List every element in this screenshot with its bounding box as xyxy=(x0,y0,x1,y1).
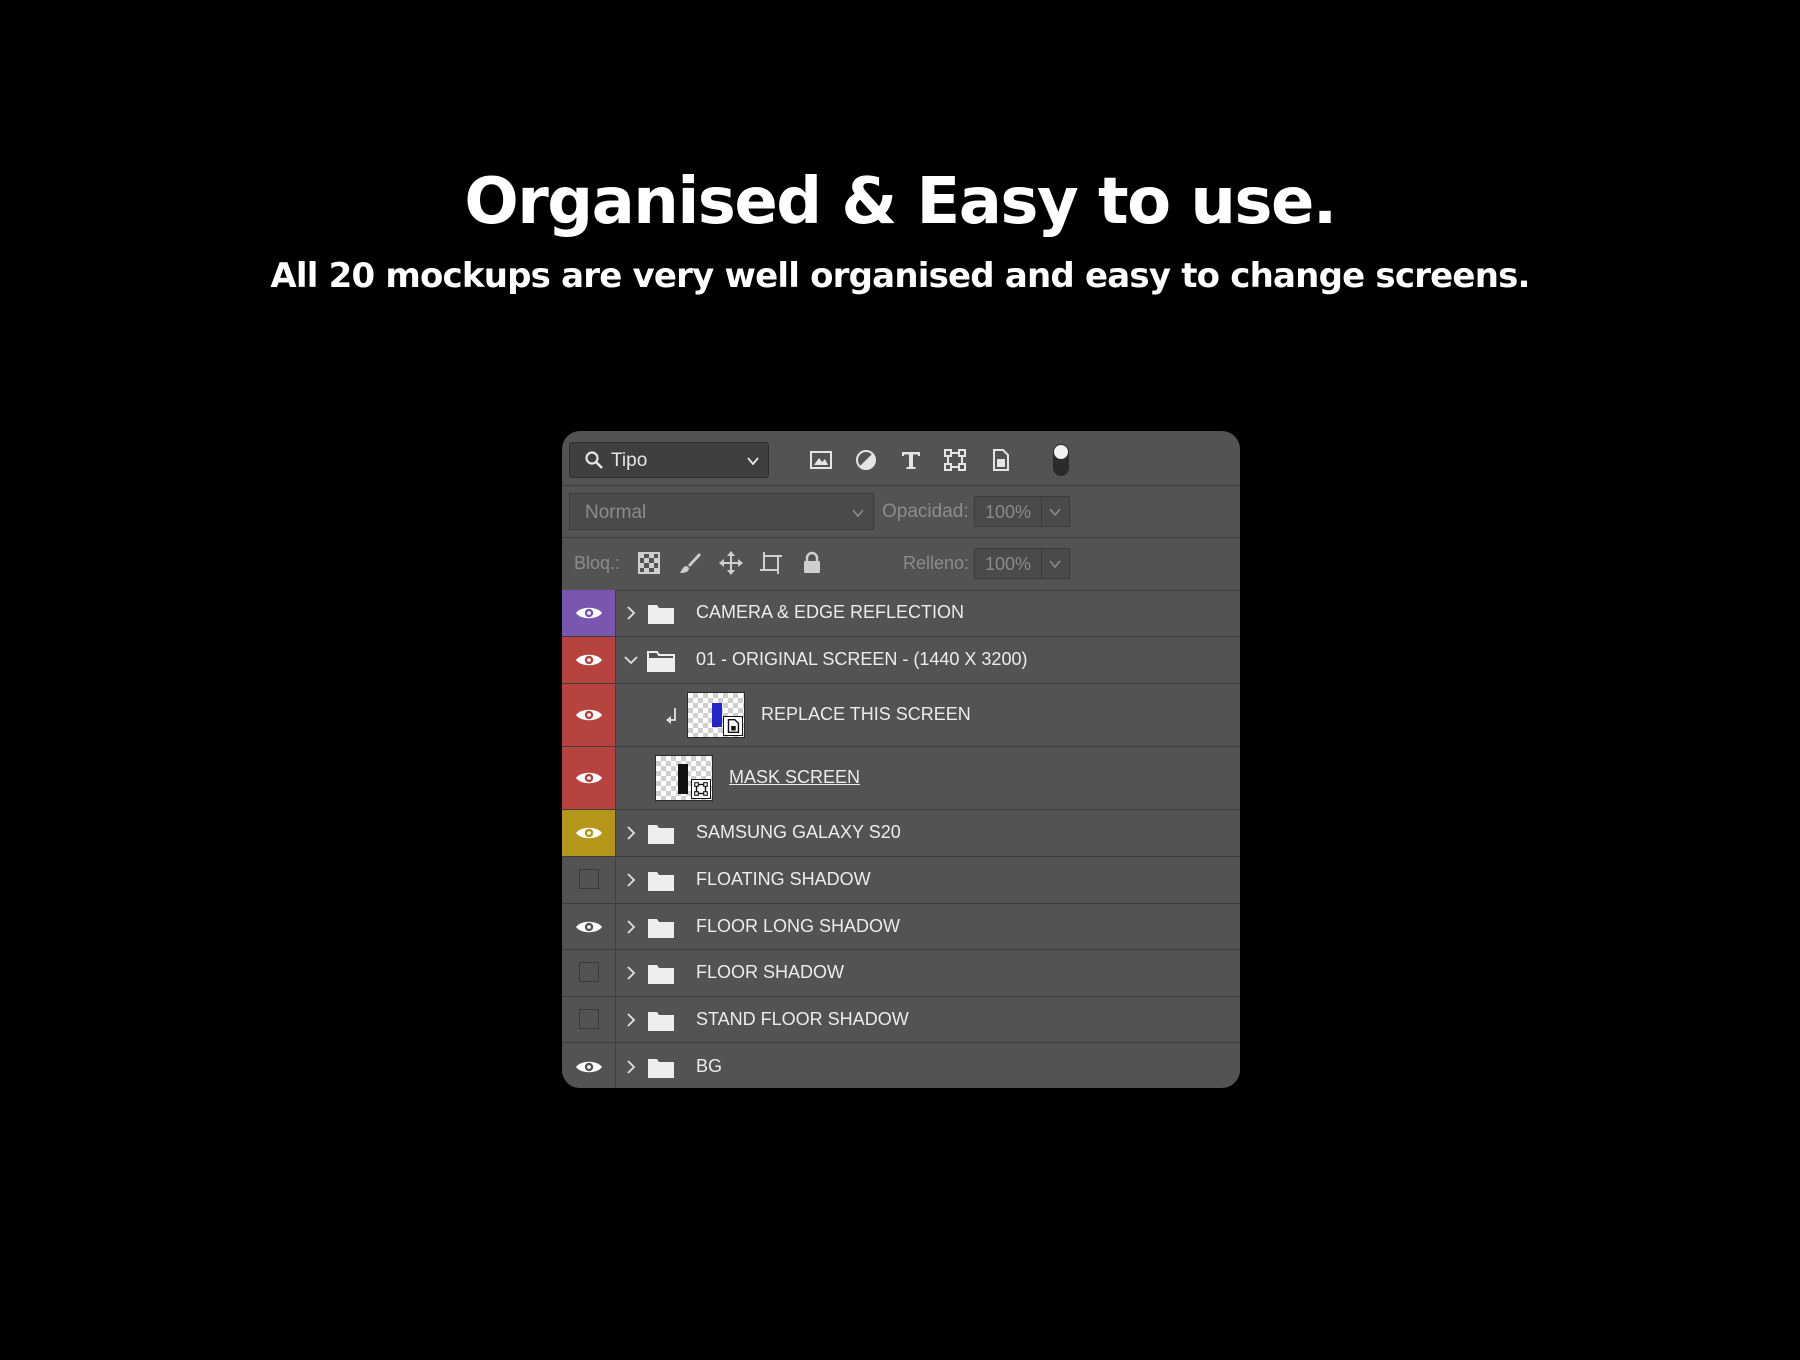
filter-toggle-switch[interactable] xyxy=(1052,443,1070,477)
visibility-empty-box xyxy=(579,869,599,889)
subheadline: All 20 mockups are very well organised a… xyxy=(270,256,1530,296)
layer-row[interactable]: FLOOR LONG SHADOW xyxy=(562,904,1240,950)
eye-icon xyxy=(576,921,602,932)
visibility-toggle[interactable] xyxy=(562,810,616,856)
lock-label: Bloq.: xyxy=(574,553,621,573)
fill-field[interactable]: 100% xyxy=(974,548,1070,579)
folder-icon xyxy=(648,1011,674,1031)
opacity-value: 100% xyxy=(985,502,1032,522)
lock-all-icon[interactable] xyxy=(799,550,825,576)
image-filter-icon[interactable] xyxy=(807,446,835,474)
opacity-field[interactable]: 100% xyxy=(974,496,1070,527)
lock-row: Bloq.: Relleno: 100% xyxy=(562,538,1240,591)
layers-panel: Tipo Normal Opacidad: 100% Bloq.: Rellen… xyxy=(562,431,1240,1088)
eye-icon xyxy=(576,1061,602,1072)
layer-name: STAND FLOOR SHADOW xyxy=(696,1008,909,1029)
visibility-toggle[interactable] xyxy=(562,904,616,949)
layers-list: CAMERA & EDGE REFLECTION 01 - ORIGINAL S… xyxy=(562,590,1240,1088)
folder-icon xyxy=(648,1058,674,1078)
visibility-toggle[interactable] xyxy=(562,747,616,809)
layer-row[interactable]: STAND FLOOR SHADOW xyxy=(562,997,1240,1043)
search-icon xyxy=(585,451,603,469)
shape-filter-icon[interactable] xyxy=(941,446,969,474)
visibility-empty-box xyxy=(579,1008,599,1029)
eye-icon xyxy=(576,827,602,839)
opacity-divider xyxy=(1041,497,1042,526)
chevron-right-icon[interactable] xyxy=(623,1011,639,1029)
visibility-toggle[interactable] xyxy=(562,637,616,683)
type-filter-icon[interactable] xyxy=(897,446,925,474)
chevron-down-icon[interactable] xyxy=(623,651,639,669)
adjustment-filter-icon[interactable] xyxy=(852,446,880,474)
layer-row[interactable]: FLOOR SHADOW xyxy=(562,950,1240,997)
visibility-toggle[interactable] xyxy=(562,684,616,746)
layer-thumbnail xyxy=(655,755,713,801)
layer-name: FLOOR LONG SHADOW xyxy=(696,915,901,936)
chevron-down-icon xyxy=(747,457,759,466)
eye-icon xyxy=(576,772,602,784)
folder-icon xyxy=(648,605,674,624)
chevron-right-icon[interactable] xyxy=(623,871,639,889)
layer-name: FLOATING SHADOW xyxy=(696,869,871,889)
chevron-down-icon xyxy=(852,509,864,518)
layer-name: MASK SCREEN xyxy=(729,767,861,787)
layer-name: SAMSUNG GALAXY S20 xyxy=(696,822,901,842)
chevron-right-icon[interactable] xyxy=(623,824,639,842)
chevron-down-icon xyxy=(1049,560,1061,569)
filter-kind-select[interactable]: Tipo xyxy=(569,442,769,478)
eye-icon xyxy=(576,709,602,721)
lock-image-icon[interactable] xyxy=(677,550,703,576)
mask-preview xyxy=(678,764,688,794)
layer-name: REPLACE THIS SCREEN xyxy=(761,704,971,724)
layer-name: BG xyxy=(696,1055,723,1076)
screen-preview xyxy=(712,703,722,727)
lock-position-icon[interactable] xyxy=(718,550,744,576)
chevron-right-icon[interactable] xyxy=(623,964,639,982)
shape-badge-icon xyxy=(691,779,711,799)
layers-filter-toolbar: Tipo xyxy=(562,431,1240,486)
blend-row: Normal Opacidad: 100% xyxy=(562,486,1240,538)
fill-label: Relleno: xyxy=(903,553,970,573)
visibility-toggle[interactable] xyxy=(562,857,616,903)
filter-kind-label: Tipo xyxy=(611,450,648,471)
folder-open-icon xyxy=(647,651,675,672)
layer-row[interactable]: BG xyxy=(562,1043,1240,1088)
folder-icon xyxy=(648,965,674,984)
blend-mode-select[interactable]: Normal xyxy=(569,493,874,530)
eye-icon xyxy=(576,607,602,619)
layer-row[interactable]: 01 - ORIGINAL SCREEN - (1440 X 3200) xyxy=(562,637,1240,684)
layer-thumbnail xyxy=(687,692,745,738)
fill-divider xyxy=(1041,549,1042,578)
visibility-toggle[interactable] xyxy=(562,590,616,636)
folder-icon xyxy=(648,872,674,891)
smart-object-filter-icon[interactable] xyxy=(986,446,1014,474)
visibility-toggle[interactable] xyxy=(562,997,616,1042)
visibility-toggle[interactable] xyxy=(562,950,616,996)
layer-name: FLOOR SHADOW xyxy=(696,962,845,982)
lock-transparent-icon[interactable] xyxy=(636,550,662,576)
headline: Organised & Easy to use. xyxy=(464,165,1337,239)
layer-name: 01 - ORIGINAL SCREEN - (1440 X 3200) xyxy=(696,649,1028,669)
layer-name: CAMERA & EDGE REFLECTION xyxy=(696,602,965,622)
chevron-right-icon[interactable] xyxy=(623,918,639,936)
opacity-label: Opacidad: xyxy=(882,501,969,522)
layer-row[interactable]: CAMERA & EDGE REFLECTION xyxy=(562,590,1240,637)
layer-row[interactable]: MASK SCREEN xyxy=(562,747,1240,810)
chevron-right-icon[interactable] xyxy=(623,604,639,622)
layer-row[interactable]: FLOATING SHADOW xyxy=(562,857,1240,904)
folder-icon xyxy=(648,825,674,844)
visibility-empty-box xyxy=(579,962,599,982)
smart-object-badge-icon xyxy=(723,716,743,736)
fill-value: 100% xyxy=(985,554,1032,574)
folder-icon xyxy=(648,918,674,938)
layer-row[interactable]: REPLACE THIS SCREEN xyxy=(562,684,1240,747)
eye-icon xyxy=(576,654,602,666)
chevron-right-icon[interactable] xyxy=(623,1058,639,1076)
lock-artboard-icon[interactable] xyxy=(758,550,784,576)
blend-mode-label: Normal xyxy=(585,502,647,523)
chevron-down-icon xyxy=(1049,508,1061,517)
clipping-arrow-icon xyxy=(666,708,676,724)
layer-row[interactable]: SAMSUNG GALAXY S20 xyxy=(562,810,1240,857)
visibility-toggle[interactable] xyxy=(562,1043,616,1088)
